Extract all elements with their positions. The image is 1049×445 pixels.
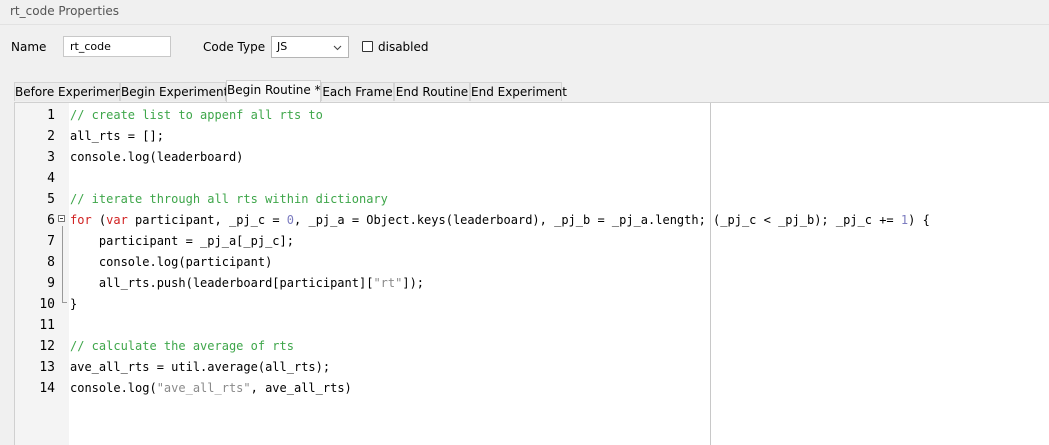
- fold-guide-line: [62, 226, 63, 302]
- line-number: 2: [47, 129, 55, 144]
- code-text: // iterate through all rts within dictio…: [70, 192, 388, 206]
- code-line: 9 all_rts.push(leaderboard[participant][…: [15, 273, 1049, 294]
- code-line: 12 // calculate the average of rts: [15, 336, 1049, 357]
- code-text: all_rts = [];: [70, 129, 164, 143]
- name-label: Name: [11, 40, 47, 54]
- tab-end-routine[interactable]: End Routine: [394, 82, 470, 101]
- code-text: }: [70, 297, 78, 311]
- name-input[interactable]: [63, 36, 171, 57]
- disabled-checkbox[interactable]: [362, 41, 373, 52]
- code-text: all_rts.push(leaderboard[participant]["r…: [70, 276, 425, 290]
- line-number: 7: [47, 234, 55, 249]
- code-line: 7 participant = _pj_a[_pj_c];: [15, 231, 1049, 252]
- code-text: console.log(leaderboard): [70, 150, 244, 164]
- code-line: 11: [15, 315, 1049, 336]
- code-text: for (var participant, _pj_c = 0, _pj_a =…: [70, 213, 930, 227]
- code-editor[interactable]: 1 // create list to appenf all rts to 2 …: [14, 102, 1049, 445]
- code-type-select[interactable]: JS: [271, 36, 349, 58]
- code-line: 4: [15, 168, 1049, 189]
- disabled-label: disabled: [378, 40, 429, 54]
- line-number: 6: [47, 213, 55, 228]
- fold-guide-end: [62, 302, 67, 303]
- code-text: console.log(participant): [70, 255, 273, 269]
- code-text: console.log("ave_all_rts", ave_all_rts): [70, 381, 352, 395]
- line-number: 3: [47, 150, 55, 165]
- line-number: 4: [47, 171, 55, 186]
- line-number: 11: [39, 318, 55, 333]
- code-type-value: JS: [277, 40, 288, 53]
- fold-collapse-icon[interactable]: [58, 215, 65, 222]
- code-line: 8 console.log(participant): [15, 252, 1049, 273]
- chevron-down-icon: [333, 45, 342, 51]
- line-number: 12: [39, 339, 55, 354]
- code-line: 10 }: [15, 294, 1049, 315]
- tab-end-experiment[interactable]: End Experiment: [470, 82, 567, 101]
- code-line: 5 // iterate through all rts within dict…: [15, 189, 1049, 210]
- code-line: 2 all_rts = [];: [15, 126, 1049, 147]
- code-line: 14 console.log("ave_all_rts", ave_all_rt…: [15, 378, 1049, 399]
- code-line: 1 // create list to appenf all rts to: [15, 105, 1049, 126]
- code-line: 13 ave_all_rts = util.average(all_rts);: [15, 357, 1049, 378]
- tab-begin-experiment[interactable]: Begin Experiment: [120, 82, 228, 101]
- tab-each-frame[interactable]: Each Frame: [321, 82, 394, 101]
- line-number: 5: [47, 192, 55, 207]
- window-title: rt_code Properties: [10, 4, 120, 18]
- code-line: 3 console.log(leaderboard): [15, 147, 1049, 168]
- code-text: // calculate the average of rts: [70, 339, 294, 353]
- code-type-label: Code Type: [203, 40, 266, 54]
- window-titlebar: rt_code Properties: [0, 0, 1049, 25]
- properties-row: Name Code Type JS disabled: [0, 36, 1049, 60]
- line-number: 8: [47, 255, 55, 270]
- line-number: 10: [39, 297, 55, 312]
- code-text: ave_all_rts = util.average(all_rts);: [70, 360, 331, 374]
- code-text: participant = _pj_a[_pj_c];: [70, 234, 294, 248]
- line-number: 14: [39, 381, 55, 396]
- tab-before-experiment[interactable]: Before Experiment: [14, 82, 127, 101]
- code-text: // create list to appenf all rts to: [70, 108, 323, 122]
- line-number: 1: [47, 108, 55, 123]
- code-line: 6 for (var participant, _pj_c = 0, _pj_a…: [15, 210, 1049, 231]
- line-number: 13: [39, 360, 55, 375]
- line-number: 9: [47, 276, 55, 291]
- tab-begin-routine[interactable]: Begin Routine *: [226, 80, 321, 102]
